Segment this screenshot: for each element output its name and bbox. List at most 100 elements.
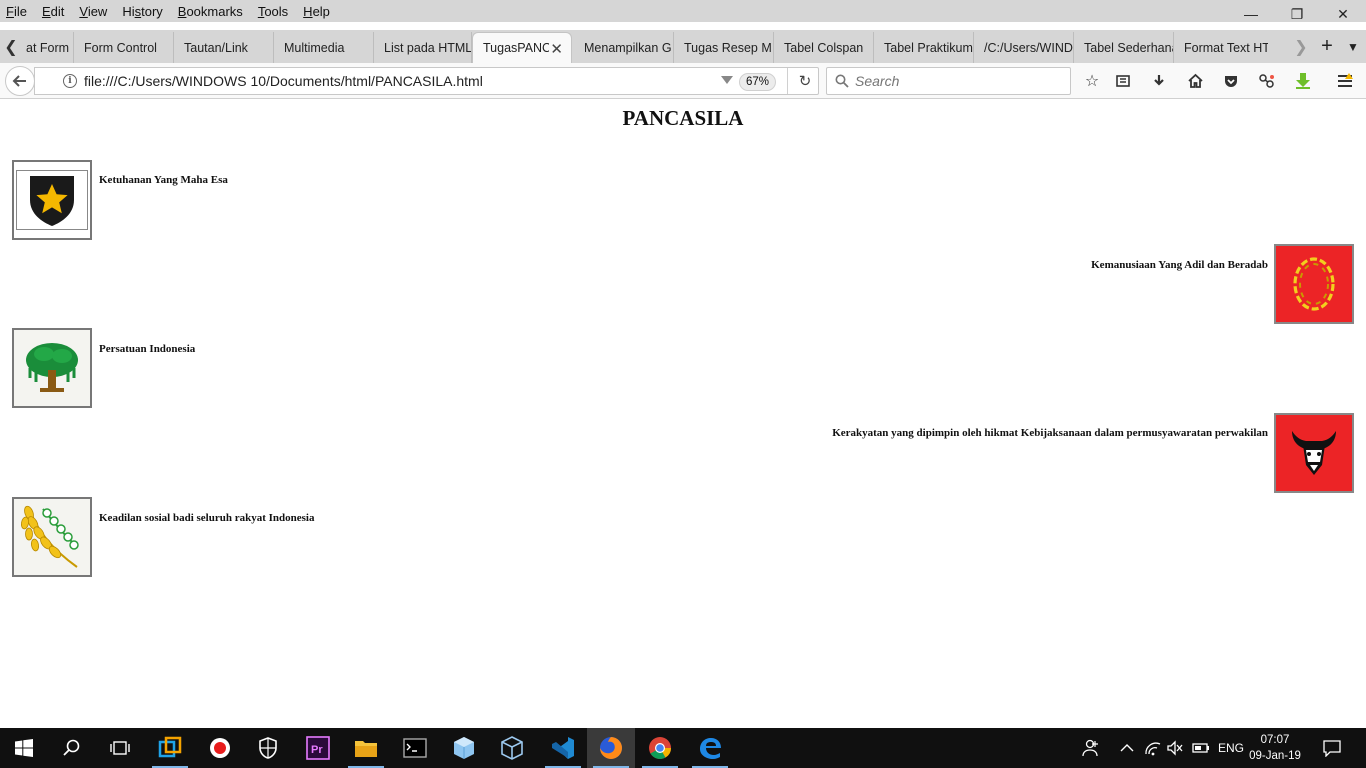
tab-13[interactable]: Format Text HTML	[1174, 32, 1268, 63]
close-tab-icon[interactable]: ✕	[550, 40, 563, 58]
tab-label: Tabel Sederhana	[1084, 40, 1174, 55]
download-manager-icon[interactable]	[1291, 69, 1315, 93]
page-content: PANCASILA Ketuhanan Yang Maha Esa Kemanu…	[0, 100, 1366, 728]
menu-history[interactable]: History	[122, 4, 162, 19]
menu-tools[interactable]: Tools	[258, 4, 288, 19]
pocket-icon[interactable]	[1219, 69, 1243, 93]
tab-1[interactable]: at Form	[22, 32, 74, 63]
menu-view[interactable]: View	[79, 4, 107, 19]
home-icon[interactable]	[1183, 69, 1207, 93]
sila-4-image	[1274, 413, 1354, 493]
tab-label: TugasPANCASILA	[483, 41, 549, 55]
virtualbox-icon[interactable]	[488, 728, 536, 768]
reading-list-icon[interactable]	[1111, 69, 1135, 93]
bookmark-star-icon[interactable]: ☆	[1080, 69, 1104, 93]
tab-active[interactable]: TugasPANCASILA ✕	[472, 32, 572, 63]
clock-time: 07:07	[1260, 734, 1290, 746]
recorder-icon[interactable]	[196, 728, 244, 768]
search-bar[interactable]	[826, 67, 1071, 95]
sila-3-text: Persatuan Indonesia	[99, 343, 196, 355]
file-explorer-icon[interactable]	[342, 728, 390, 768]
notification-center-icon[interactable]	[1322, 728, 1342, 768]
volume-muted-icon[interactable]	[1166, 728, 1184, 768]
menu-help[interactable]: Help	[303, 4, 330, 19]
tab-scroll-right-icon[interactable]: ❯	[1290, 30, 1312, 63]
tab-9[interactable]: Tabel Colspan	[774, 32, 874, 63]
sila-4-text: Kerakyatan yang dipimpin oleh hikmat Keb…	[832, 427, 1268, 439]
firefox-icon[interactable]	[587, 728, 635, 768]
windows-start-icon[interactable]	[0, 728, 48, 768]
show-hidden-icons-icon[interactable]	[1120, 728, 1134, 768]
svg-text:Pr: Pr	[311, 744, 323, 756]
chrome-icon[interactable]	[636, 728, 684, 768]
tab-list-chevron-icon[interactable]: ▼	[1342, 30, 1364, 63]
task-view-icon[interactable]	[96, 728, 144, 768]
wifi-icon[interactable]	[1144, 728, 1162, 768]
search-taskbar-icon[interactable]	[48, 728, 96, 768]
back-arrow-icon	[12, 75, 26, 87]
menu-file[interactable]: File	[6, 4, 27, 19]
search-input[interactable]	[855, 73, 1055, 89]
zoom-level-badge[interactable]: 67%	[739, 73, 777, 91]
edge-icon[interactable]	[686, 728, 734, 768]
site-info-icon[interactable]: i	[63, 74, 77, 88]
close-window-button[interactable]: ✕	[1320, 0, 1366, 28]
clock-date: 09-Jan-19	[1249, 750, 1301, 762]
tab-3[interactable]: Tautan/Link	[174, 32, 274, 63]
sila-1-frame	[16, 170, 88, 230]
restore-button[interactable]: ❐	[1274, 0, 1320, 28]
vscode-icon[interactable]	[539, 728, 587, 768]
window-controls: — ❐ ✕	[1228, 0, 1366, 30]
cube-app-icon[interactable]	[440, 728, 488, 768]
tab-label: Tugas Resep M	[684, 40, 772, 55]
bull-head-icon	[1292, 431, 1336, 475]
hamburger-menu-icon[interactable]	[1333, 69, 1357, 93]
language-indicator[interactable]: ENG	[1218, 728, 1244, 768]
tab-label: at Form	[26, 40, 70, 55]
menu-bar: File Edit View History Bookmarks Tools H…	[0, 0, 1366, 22]
tab-10[interactable]: Tabel Praktikum	[874, 32, 974, 63]
tab-7[interactable]: Menampilkan G	[574, 32, 674, 63]
terminal-icon[interactable]	[391, 728, 439, 768]
sila-3-image	[12, 328, 92, 408]
tab-8[interactable]: Tugas Resep M	[674, 32, 774, 63]
tab-scroll-left-icon[interactable]: ❮	[0, 30, 22, 63]
reload-icon[interactable]: ↻	[795, 71, 815, 91]
back-button[interactable]	[5, 66, 35, 96]
tab-label: Menampilkan G	[584, 40, 672, 55]
sila-2-image	[1274, 244, 1354, 324]
sila-5-image	[12, 497, 92, 577]
sila-2-text: Kemanusiaan Yang Adil dan Beradab	[1091, 259, 1268, 271]
tab-5[interactable]: List pada HTML	[374, 32, 472, 63]
url-dropdown-icon[interactable]	[721, 76, 733, 84]
tab-12[interactable]: Tabel Sederhana	[1074, 32, 1174, 63]
url-bar[interactable]: i file:///C:/Users/WINDOWS 10/Documents/…	[34, 67, 819, 95]
security-shield-icon[interactable]	[244, 728, 292, 768]
tab-label: List pada HTML	[384, 40, 472, 55]
premiere-icon[interactable]: Pr	[294, 728, 342, 768]
tab-label: Format Text HTML	[1184, 40, 1268, 55]
tab-4[interactable]: Multimedia	[274, 32, 374, 63]
battery-icon[interactable]	[1192, 728, 1210, 768]
tab-11[interactable]: /C:/Users/WIND	[974, 32, 1074, 63]
navigation-bar: i file:///C:/Users/WINDOWS 10/Documents/…	[0, 63, 1366, 99]
chain-icon	[1293, 257, 1335, 311]
new-tab-icon[interactable]: +	[1316, 30, 1338, 63]
sila-1-text: Ketuhanan Yang Maha Esa	[99, 174, 228, 186]
rice-cotton-icon	[20, 505, 79, 568]
people-icon[interactable]	[1082, 728, 1102, 768]
url-text[interactable]: file:///C:/Users/WINDOWS 10/Documents/ht…	[84, 73, 483, 89]
downloads-icon[interactable]	[1147, 69, 1171, 93]
extension-puzzle-icon[interactable]	[1255, 69, 1279, 93]
tab-2[interactable]: Form Control	[74, 32, 174, 63]
taskbar-clock[interactable]: 07:07 09-Jan-19	[1245, 732, 1305, 764]
sila-1-image	[12, 160, 92, 240]
minimize-button[interactable]: —	[1228, 0, 1274, 28]
menu-bookmarks[interactable]: Bookmarks	[178, 4, 243, 19]
url-separator	[787, 68, 788, 94]
search-icon	[835, 74, 849, 88]
taskbar: Pr ENG 07:07 09-Jan-19	[0, 728, 1366, 768]
app-switch-icon[interactable]	[146, 728, 194, 768]
tab-strip: ❮ at Form Form Control Tautan/Link Multi…	[0, 30, 1366, 63]
menu-edit[interactable]: Edit	[42, 4, 64, 19]
